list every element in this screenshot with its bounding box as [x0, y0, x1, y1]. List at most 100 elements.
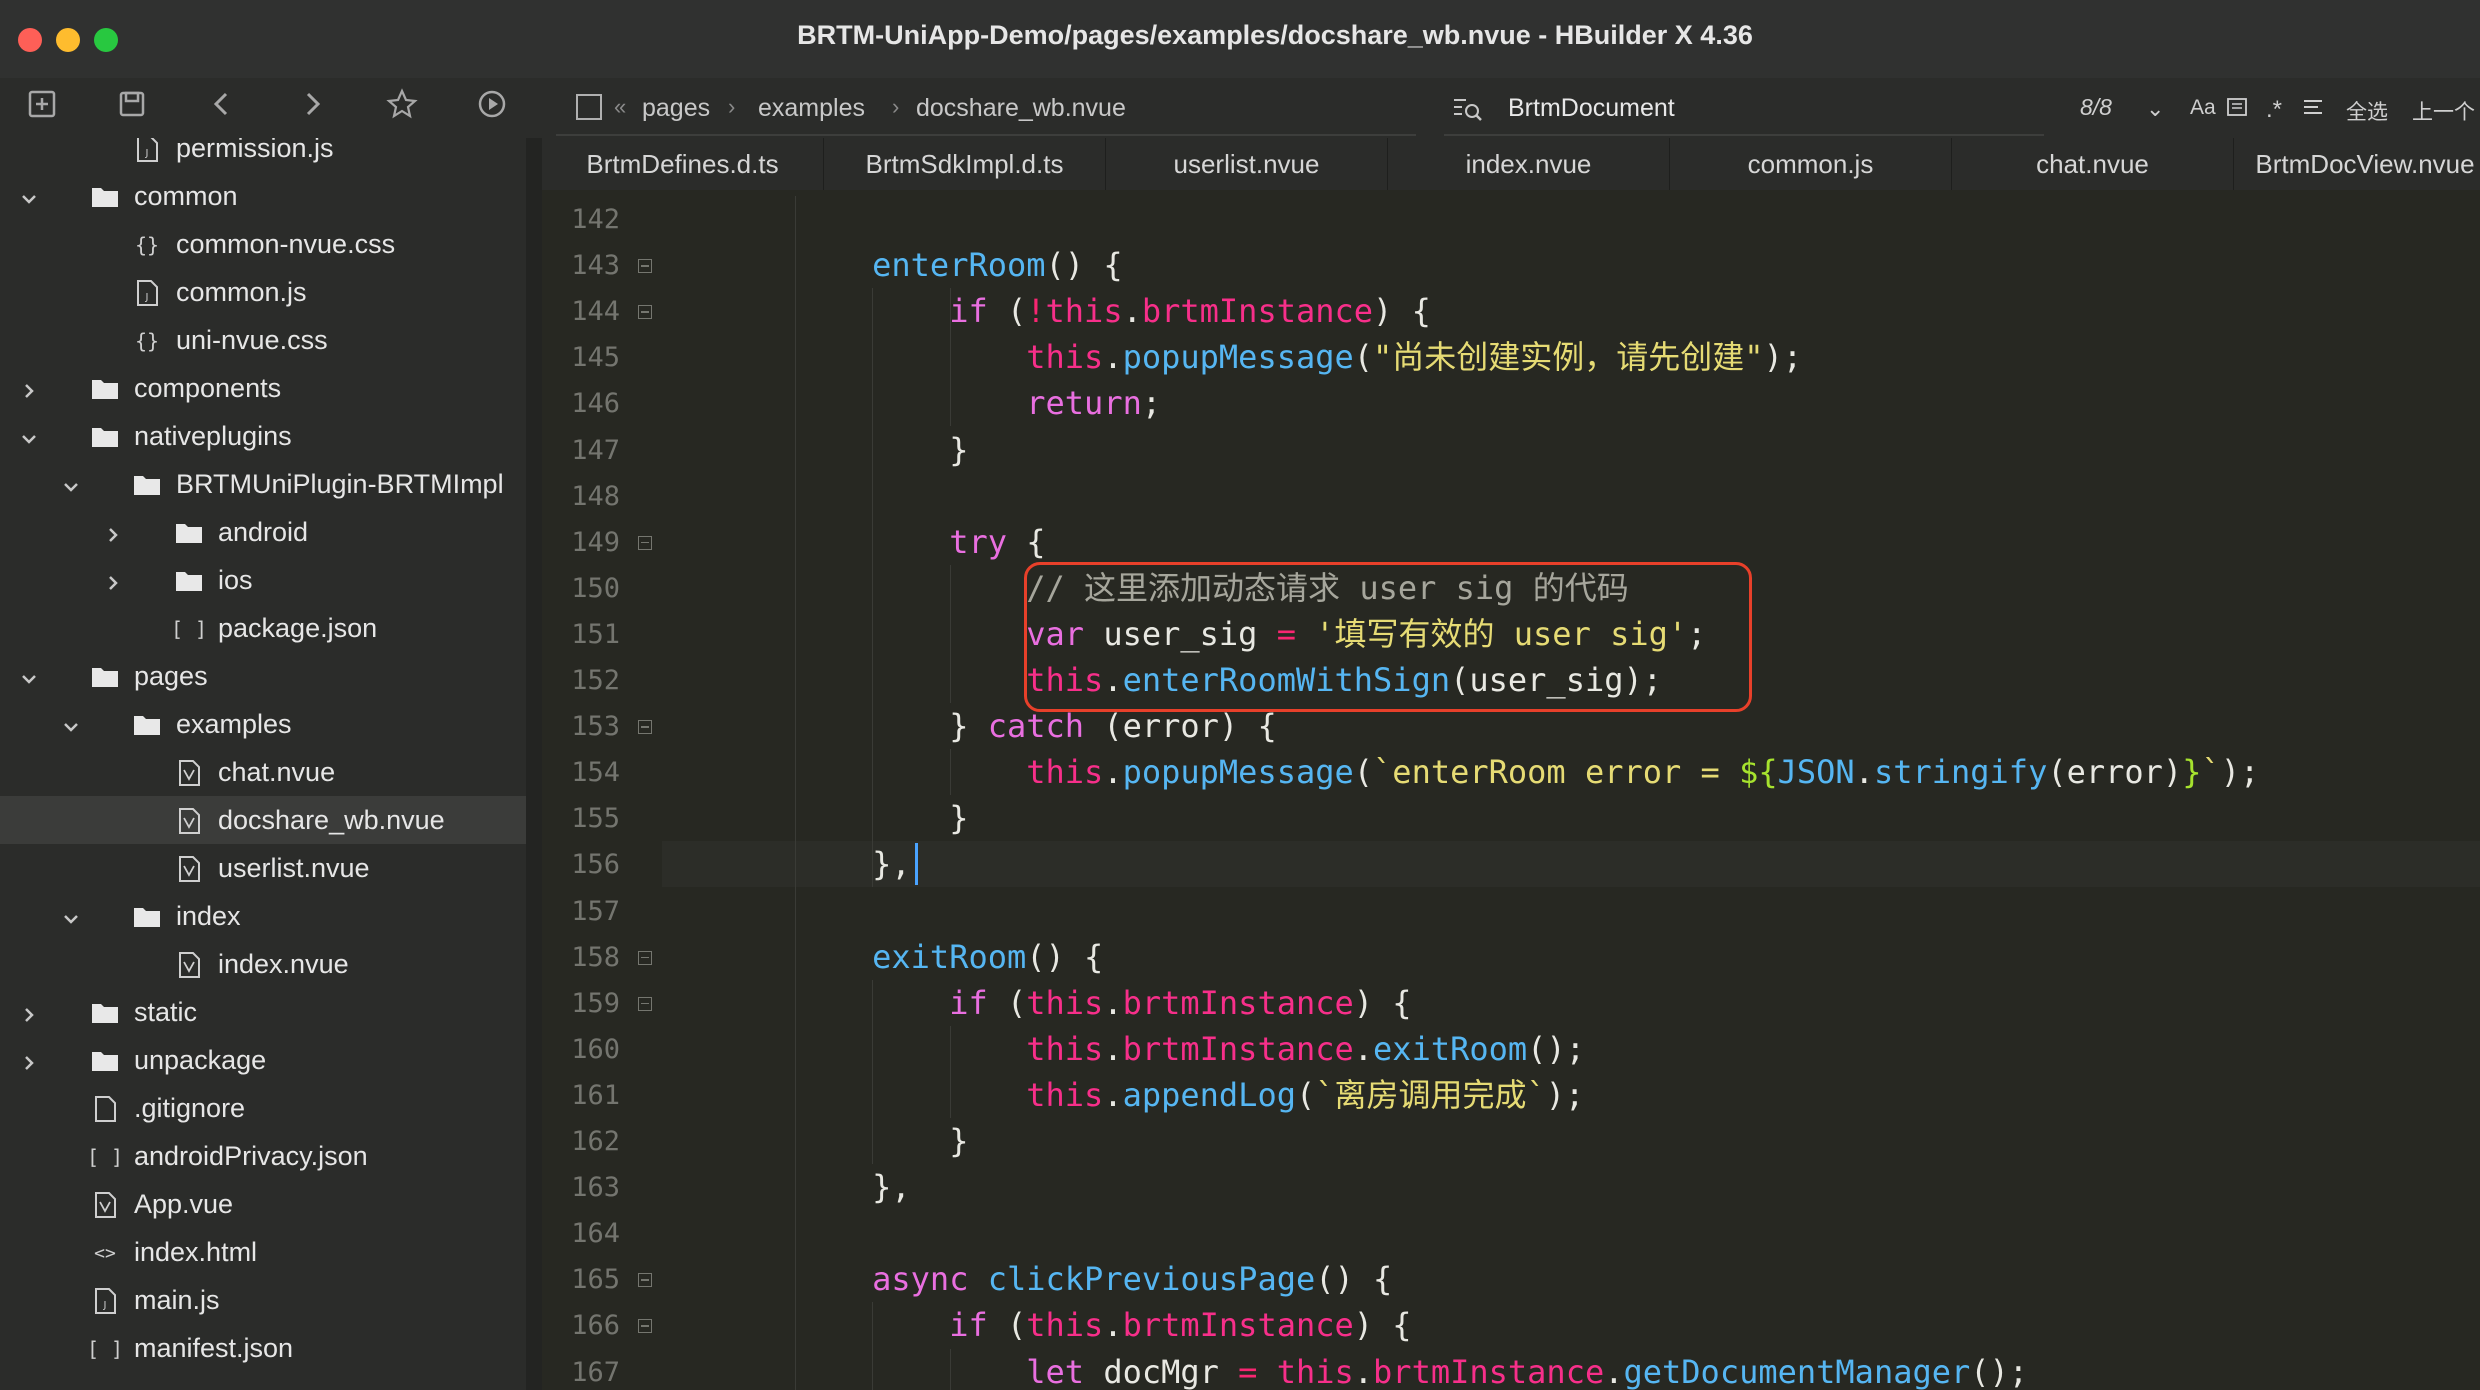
- sidebar-splitter[interactable]: [526, 138, 542, 1390]
- svg-text:[ ]: [ ]: [90, 1145, 120, 1169]
- tree-item[interactable]: nativeplugins: [0, 412, 526, 460]
- editor-tab[interactable]: BrtmDefines.d.ts: [542, 138, 824, 190]
- chevron-down-icon[interactable]: [58, 706, 84, 748]
- back-icon[interactable]: [202, 88, 242, 128]
- find-input[interactable]: BrtmDocument: [1508, 94, 1675, 123]
- fold-toggle-icon[interactable]: [638, 305, 652, 320]
- tree-item[interactable]: {} common-nvue.css: [0, 220, 526, 268]
- code-token: try: [949, 522, 1007, 561]
- breadcrumb-item-pages[interactable]: pages: [642, 94, 710, 123]
- editor-tab[interactable]: chat.nvue: [1952, 138, 2234, 190]
- editor-tab[interactable]: userlist.nvue: [1106, 138, 1388, 190]
- tree-item[interactable]: docshare_wb.nvue: [0, 796, 526, 844]
- code-token: () {: [1045, 246, 1123, 285]
- chevron-down-icon[interactable]: [58, 898, 84, 940]
- chevron-right-icon[interactable]: [100, 514, 126, 556]
- tree-item[interactable]: Jmain.js: [0, 1276, 526, 1324]
- chevron-down-icon[interactable]: ⌄: [2146, 96, 2164, 122]
- match-case-toggle[interactable]: Aa: [2190, 96, 2216, 120]
- chevron-right-icon[interactable]: [16, 1042, 42, 1084]
- code-editor[interactable]: 142 143 enterRoom() {144 if (!this.brtmIn…: [542, 190, 2480, 1390]
- vue-file-icon: [174, 806, 204, 836]
- line-number: 150: [571, 572, 620, 604]
- editor-tab[interactable]: index.nvue: [1388, 138, 1670, 190]
- save-icon[interactable]: [112, 88, 152, 128]
- breadcrumb-item-file[interactable]: docshare_wb.nvue: [916, 94, 1126, 123]
- code-line: }: [718, 795, 968, 841]
- tree-item[interactable]: [ ] package.json: [0, 604, 526, 652]
- editor-tab[interactable]: BrtmSdkImpl.d.ts: [824, 138, 1106, 190]
- svg-text:[ ]: [ ]: [90, 1337, 120, 1361]
- tree-item[interactable]: ios: [0, 556, 526, 604]
- tree-item[interactable]: userlist.nvue: [0, 844, 526, 892]
- chevron-down-icon[interactable]: [16, 178, 42, 220]
- tree-item-label: components: [134, 373, 282, 403]
- fold-toggle-icon[interactable]: [638, 1319, 652, 1334]
- line-number: 149: [571, 526, 620, 558]
- fold-toggle-icon[interactable]: [638, 535, 652, 550]
- tree-item[interactable]: .gitignore: [0, 1084, 526, 1132]
- tree-item[interactable]: examples: [0, 700, 526, 748]
- tree-item[interactable]: Jcommon.js: [0, 268, 526, 316]
- chevron-right-icon[interactable]: [16, 994, 42, 1036]
- tree-item[interactable]: {} uni-nvue.css: [0, 316, 526, 364]
- star-icon[interactable]: [382, 88, 422, 128]
- code-token: popupMessage: [1122, 338, 1354, 377]
- in-selection-toggle[interactable]: [2302, 96, 2324, 124]
- tree-item[interactable]: App.vue: [0, 1180, 526, 1228]
- chevron-down-icon[interactable]: [16, 418, 42, 460]
- tree-item[interactable]: BRTMUniPlugin-BRTMImpl: [0, 460, 526, 508]
- fold-toggle-icon[interactable]: [638, 720, 652, 735]
- code-token: ();: [1970, 1352, 2029, 1390]
- editor-tab[interactable]: common.js: [1670, 138, 1952, 190]
- fold-toggle-icon[interactable]: [638, 259, 652, 274]
- code-line: async clickPreviousPage() {: [718, 1256, 1392, 1302]
- code-token: brtmInstance: [1141, 292, 1374, 331]
- folder-icon: [90, 1046, 120, 1076]
- fold-toggle-icon[interactable]: [638, 996, 652, 1011]
- chevron-right-icon[interactable]: [16, 370, 42, 412]
- tree-item[interactable]: [ ] manifest.json: [0, 1324, 526, 1372]
- chevron-right-icon[interactable]: [100, 562, 126, 604]
- tree-item[interactable]: common: [0, 172, 526, 220]
- tree-item[interactable]: Jpermission.js: [0, 138, 526, 172]
- tree-item[interactable]: android: [0, 508, 526, 556]
- vue-file-icon: [174, 758, 204, 788]
- tree-item[interactable]: static: [0, 988, 526, 1036]
- json-file-icon: [ ]: [87, 1142, 123, 1172]
- editor-tab[interactable]: BrtmDocView.nvue: [2234, 138, 2480, 190]
- code-token: (: [1353, 338, 1374, 377]
- new-file-icon[interactable]: [22, 88, 62, 128]
- regex-toggle[interactable]: .*: [2266, 96, 2282, 124]
- tree-item[interactable]: index.nvue: [0, 940, 526, 988]
- code-token: ) {: [1353, 1306, 1412, 1345]
- chevron-down-icon[interactable]: [16, 658, 42, 700]
- code-token: stringify: [1873, 753, 2048, 792]
- forward-icon[interactable]: [292, 88, 332, 128]
- tree-item[interactable]: [ ] androidPrivacy.json: [0, 1132, 526, 1180]
- tree-item[interactable]: chat.nvue: [0, 748, 526, 796]
- chevron-down-icon[interactable]: [58, 466, 84, 508]
- fold-toggle-icon[interactable]: [638, 950, 652, 965]
- breadcrumb-item-examples[interactable]: examples: [758, 94, 865, 123]
- svg-text:J: J: [145, 292, 149, 303]
- code-line: try {: [718, 519, 1045, 565]
- tree-item[interactable]: <> index.html: [0, 1228, 526, 1276]
- tree-item-label: userlist.nvue: [218, 853, 370, 883]
- folder-icon: [90, 374, 120, 404]
- ide-window: BRTM-UniApp-Demo/pages/examples/docshare…: [0, 0, 2480, 1390]
- run-icon[interactable]: [472, 88, 512, 128]
- fold-toggle-icon[interactable]: [638, 1273, 652, 1288]
- code-token: (: [987, 292, 1027, 331]
- select-all-button[interactable]: 全选: [2346, 96, 2388, 126]
- tree-item[interactable]: components: [0, 364, 526, 412]
- previous-match-button[interactable]: 上一个: [2412, 96, 2475, 126]
- tree-item[interactable]: unpackage: [0, 1036, 526, 1084]
- tree-item[interactable]: pages: [0, 652, 526, 700]
- json-file-icon: [ ]: [171, 614, 207, 644]
- find-bar[interactable]: BrtmDocument: [1444, 82, 2044, 136]
- whole-word-toggle[interactable]: [2226, 96, 2248, 124]
- tree-item[interactable]: index: [0, 892, 526, 940]
